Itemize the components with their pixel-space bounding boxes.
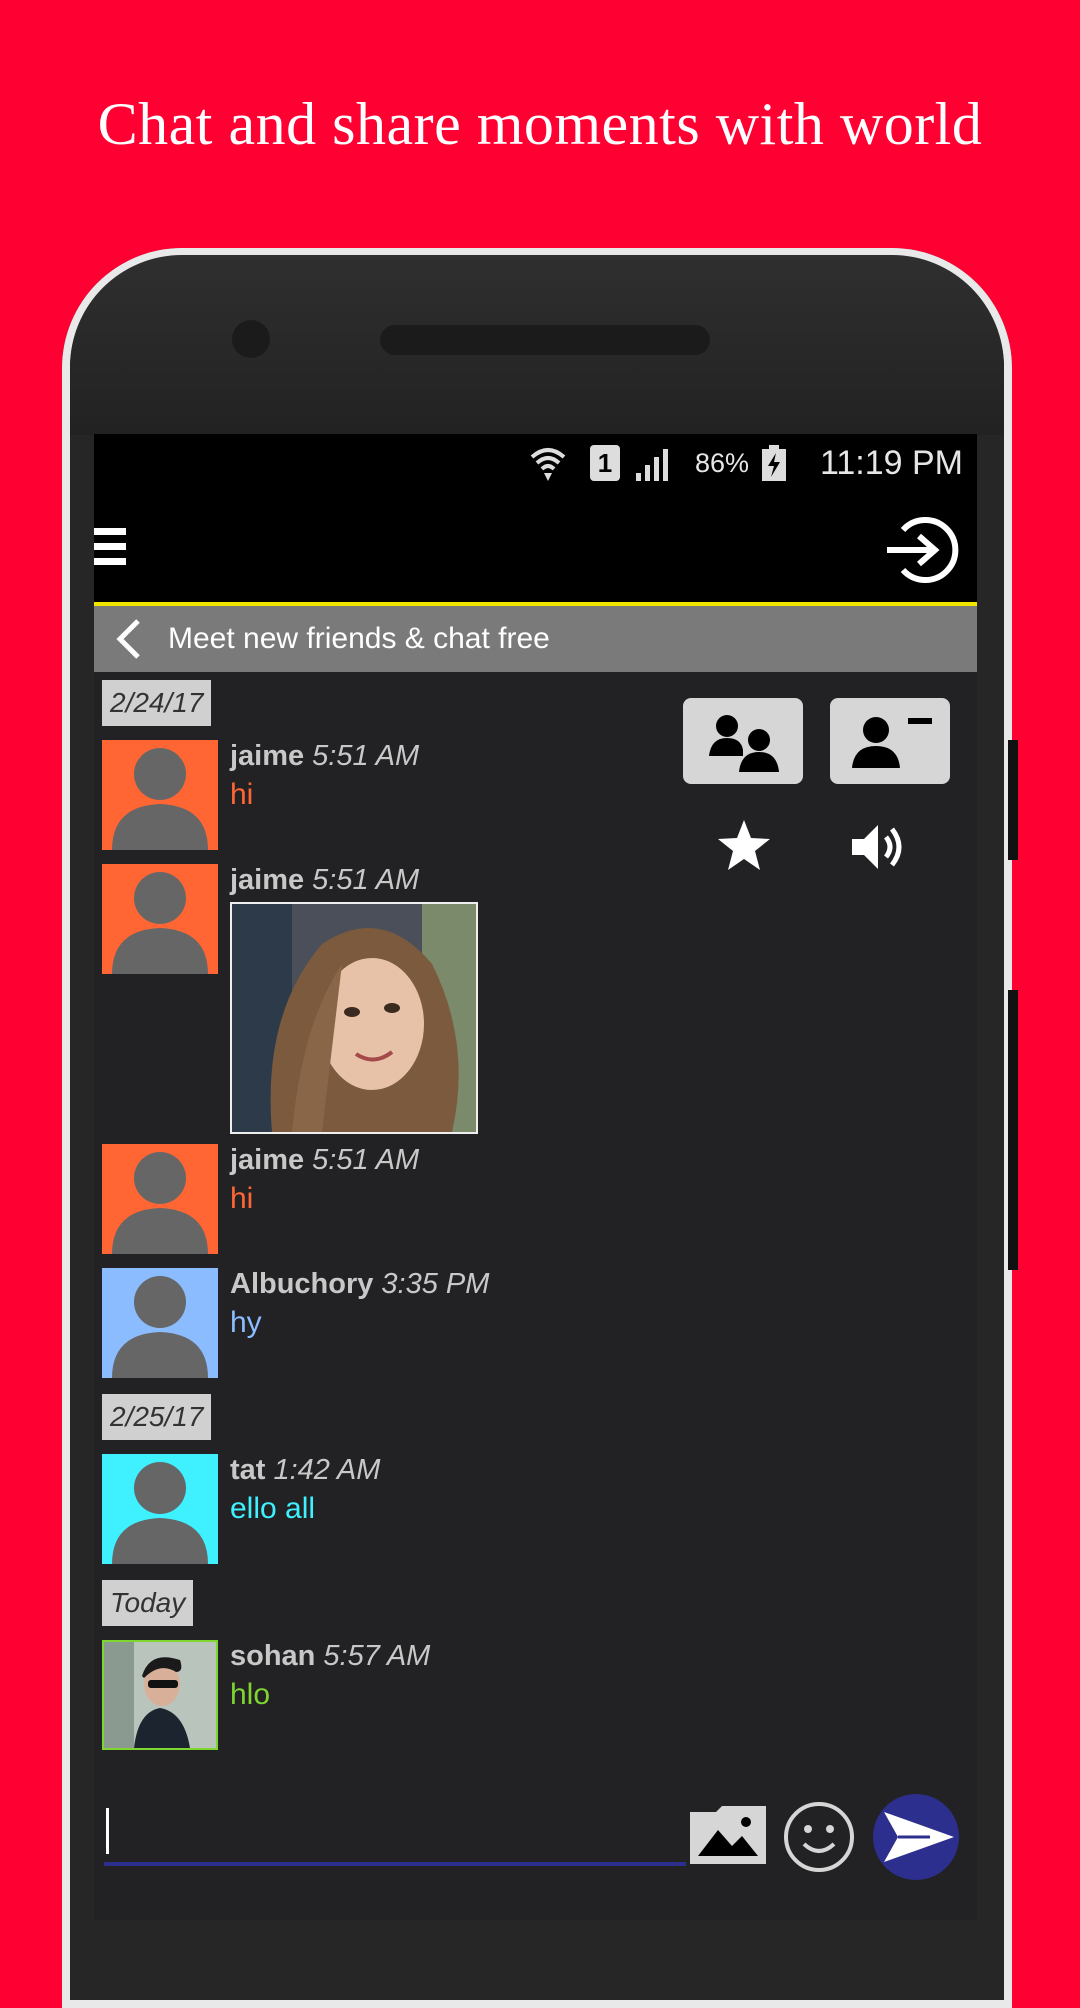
date-divider: 2/24/17 [102, 680, 212, 726]
message-text: hlo [230, 1678, 271, 1711]
message-time: 5:57 AM [323, 1640, 431, 1672]
message-text: hi [230, 1182, 254, 1215]
emoji-icon[interactable] [782, 1800, 856, 1874]
send-button[interactable] [870, 1792, 962, 1882]
status-bar: 1 86% 11:19 PM [94, 434, 977, 492]
message-time: 3:35 PM [381, 1268, 490, 1300]
battery-charging-icon [761, 434, 787, 492]
shared-photo[interactable] [230, 902, 478, 1134]
message-input[interactable] [104, 1804, 686, 1866]
text-caret [106, 1808, 109, 1854]
avatar[interactable] [102, 1144, 218, 1254]
date-divider: Today [102, 1580, 194, 1626]
phone-screen: 1 86% 11:19 PM Meet new friends & chat f… [94, 434, 977, 1920]
image-icon[interactable] [688, 1804, 768, 1866]
date-divider: 2/25/17 [102, 1394, 212, 1440]
sender-name[interactable]: jaime [230, 864, 304, 896]
avatar[interactable] [102, 1640, 218, 1750]
phone-camera [232, 320, 270, 358]
remove-user-icon [852, 717, 932, 768]
chat-messages[interactable]: 2/24/17 jaime 5:51 AM hi jaime 5:51 AM j… [94, 672, 977, 1802]
group-users-button[interactable] [683, 698, 803, 784]
send-icon [873, 1794, 959, 1880]
message-time: 1:42 AM [273, 1454, 381, 1486]
volume-icon[interactable] [848, 819, 910, 875]
room-title: Meet new friends & chat free [168, 622, 550, 655]
status-time: 11:19 PM [819, 443, 963, 482]
signal-icon [634, 434, 674, 492]
phone-volume-button [1008, 990, 1018, 1270]
avatar[interactable] [102, 1454, 218, 1564]
message-text: ello all [230, 1492, 316, 1525]
avatar[interactable] [102, 1268, 218, 1378]
remove-user-button[interactable] [830, 698, 950, 784]
logout-icon[interactable] [881, 510, 961, 590]
back-chevron-icon[interactable] [114, 618, 144, 660]
promo-headline: Chat and share moments with world [97, 91, 983, 157]
avatar[interactable] [102, 740, 218, 850]
avatar[interactable] [102, 864, 218, 974]
message-text: hi [230, 778, 254, 811]
phone-speaker [380, 325, 710, 355]
message-time: 5:51 AM [312, 864, 420, 896]
message-time: 5:51 AM [312, 1144, 420, 1176]
sender-name[interactable]: jaime [230, 1144, 304, 1176]
message-composer [94, 1762, 977, 1920]
sender-name[interactable]: jaime [230, 740, 304, 772]
room-bar: Meet new friends & chat free [94, 606, 977, 672]
phone-power-button [1008, 740, 1018, 860]
sender-name[interactable]: sohan [230, 1640, 315, 1672]
menu-icon[interactable] [94, 528, 126, 572]
battery-percent: 86% [694, 447, 749, 478]
group-users-icon [709, 715, 779, 772]
sender-name[interactable]: tat [230, 1454, 265, 1486]
app-bar [94, 492, 977, 606]
message-text: hy [230, 1306, 262, 1339]
sim-icon: 1 [590, 434, 620, 492]
wifi-icon [528, 434, 568, 492]
sim-slot-label: 1 [590, 445, 620, 481]
sender-name[interactable]: Albuchory [230, 1268, 373, 1300]
star-icon[interactable] [715, 817, 773, 875]
message-time: 5:51 AM [312, 740, 420, 772]
